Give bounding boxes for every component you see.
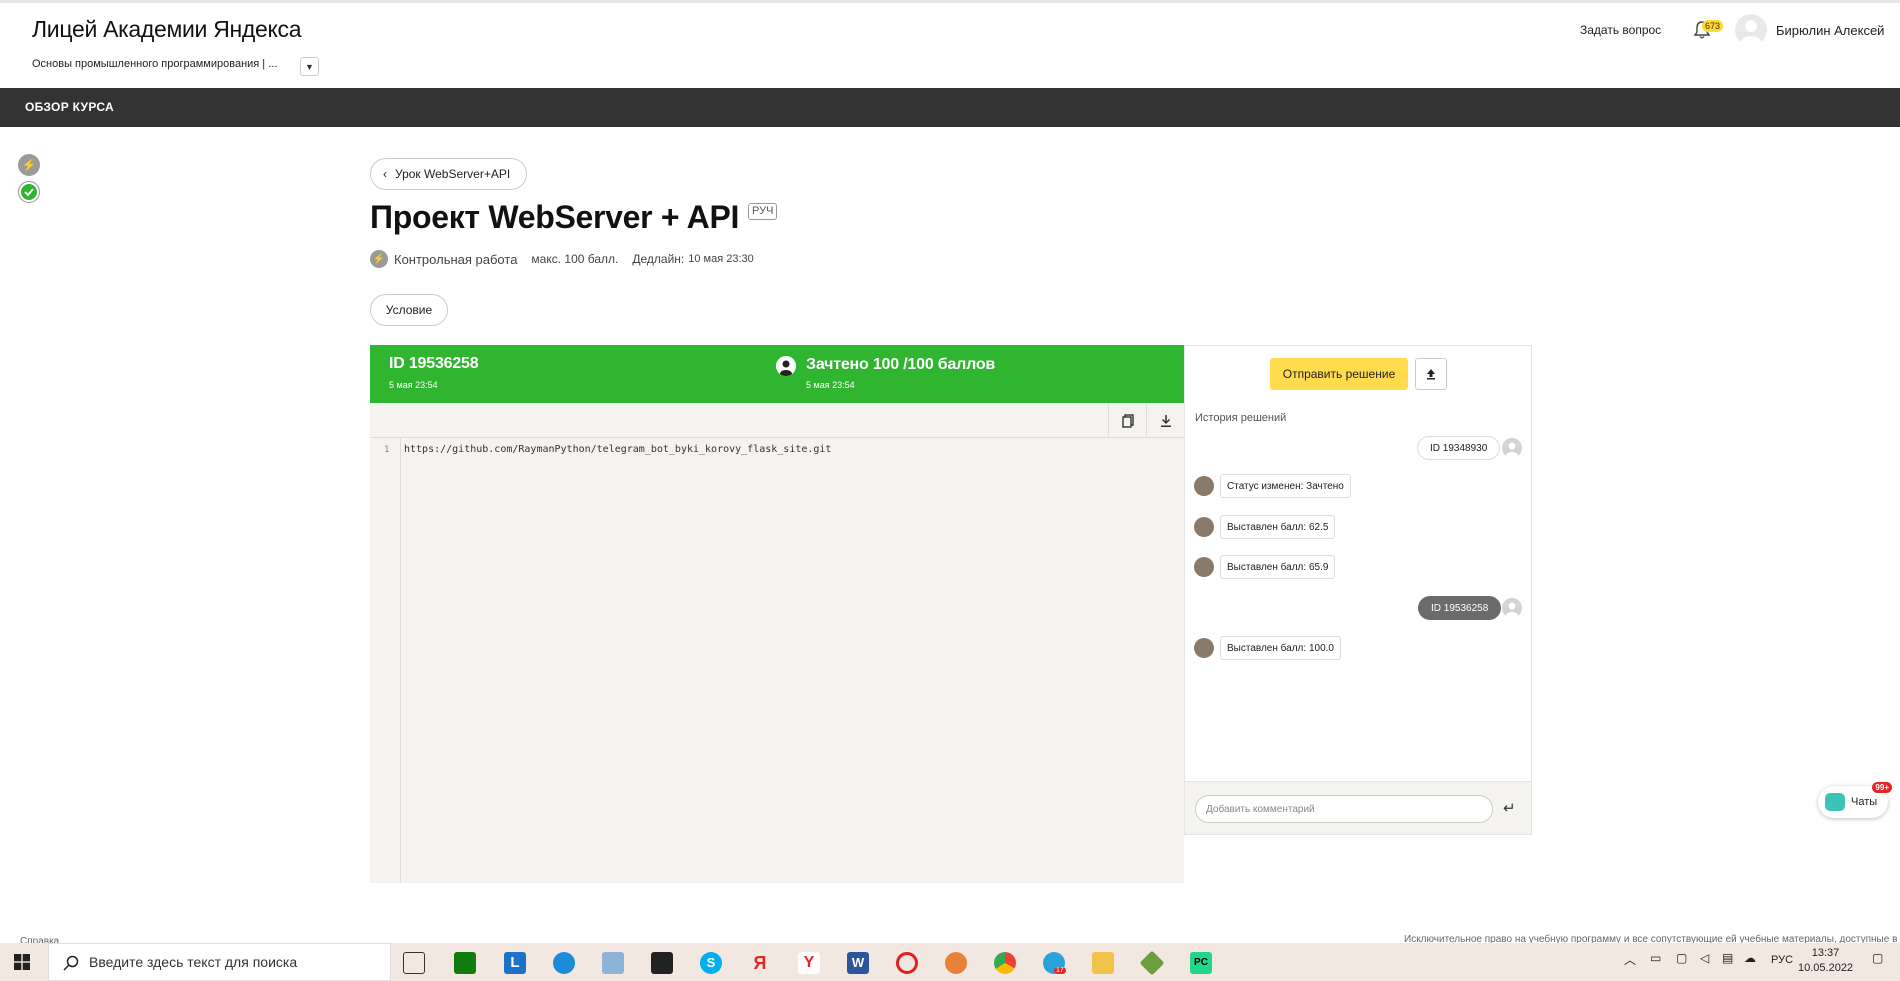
pen-icon[interactable]: ▤ (1722, 951, 1733, 965)
max-score: макс. 100 балл. (531, 252, 619, 266)
solution-status: Зачтено 100 /100 баллов (806, 356, 996, 373)
task-view-icon[interactable] (403, 952, 425, 974)
history-event: Статус изменен: Зачтено (1220, 474, 1351, 498)
deadline-value: 10 мая 23:30 (688, 253, 754, 265)
onedrive-icon[interactable]: ☁ (1744, 951, 1756, 965)
nav-overview-link[interactable]: ОБЗОР КУРСА (25, 100, 114, 114)
avatar (1502, 598, 1522, 618)
system-clock[interactable]: 13:37 10.05.2022 (1798, 946, 1853, 976)
back-button-label: Урок WebServer+API (395, 167, 511, 181)
search-icon (63, 955, 79, 971)
chevron-left-icon: ‹ (383, 167, 387, 181)
check-circle-icon[interactable] (18, 181, 40, 203)
page-title: Проект WebServer + API (370, 199, 740, 235)
taskbar-search-input[interactable]: Введите здесь текст для поиска (48, 943, 391, 981)
git-icon[interactable] (1139, 950, 1165, 976)
top-border (0, 0, 1900, 3)
editor-toolbar (370, 403, 1184, 438)
code-editor[interactable]: 1 https://github.com/RaymanPython/telegr… (370, 403, 1184, 883)
reviewer-avatar (776, 356, 796, 376)
history-heading: История решений (1195, 412, 1287, 424)
line-gutter (370, 438, 401, 883)
task-meta: ⚡ Контрольная работа макс. 100 балл. Дед… (370, 250, 754, 268)
volume-icon[interactable]: ◁ (1700, 951, 1709, 965)
top-navbar: ОБЗОР КУРСА (0, 88, 1900, 127)
avatar (1194, 517, 1214, 537)
course-selector-label[interactable]: Основы промышленного программирования | … (32, 58, 277, 70)
language-indicator[interactable]: РУС (1771, 954, 1793, 966)
history-solution-link-current[interactable]: ID 19536258 (1418, 596, 1502, 620)
clock-time: 13:37 (1811, 947, 1840, 959)
xbox-icon[interactable] (454, 952, 476, 974)
back-to-lesson-button[interactable]: ‹ Урок WebServer+API (370, 158, 528, 190)
chevron-down-icon[interactable]: ▼ (300, 57, 319, 76)
paint-icon[interactable] (945, 952, 967, 974)
solution-id: ID 19536258 (389, 355, 479, 372)
pycharm-icon[interactable]: PC (1190, 952, 1212, 974)
brand-title[interactable]: Лицей Академии Яндекса (32, 16, 302, 43)
avatar (1194, 638, 1214, 658)
user-name[interactable]: Бирюлин Алексей (1776, 23, 1884, 38)
chats-label: Чаты (1851, 796, 1878, 808)
history-event: Выставлен балл: 65.9 (1220, 555, 1336, 579)
deadline-label: Дедлайн: (632, 252, 685, 266)
notification-center-icon[interactable]: ▢ (1872, 951, 1883, 965)
terminal-icon[interactable] (651, 952, 673, 974)
solution-history: История решений ID 19348930 Статус измен… (1184, 403, 1532, 781)
avatar (1194, 557, 1214, 577)
yandex-browser-icon[interactable]: Y (798, 952, 820, 974)
telegram-badge: 17 (1054, 967, 1066, 974)
chat-icon (1825, 793, 1845, 811)
opera-icon[interactable] (896, 952, 918, 974)
battery-icon[interactable]: ▭ (1650, 951, 1661, 965)
history-solution-link[interactable]: ID 19348930 (1417, 436, 1501, 460)
word-icon[interactable]: W (847, 952, 869, 974)
search-placeholder: Введите здесь текст для поиска (89, 954, 298, 970)
manual-check-badge: РУЧ (748, 203, 778, 220)
chevron-up-icon[interactable]: ︿ (1624, 951, 1636, 968)
skype-icon[interactable]: S (700, 952, 722, 974)
folder-icon[interactable] (1092, 952, 1114, 974)
comment-input[interactable]: Добавить комментарий (1195, 795, 1493, 823)
network-icon[interactable]: ▢ (1676, 951, 1687, 965)
copy-icon[interactable] (1108, 403, 1146, 438)
line-number: 1 (384, 445, 390, 455)
comment-box: Добавить комментарий ↵ (1184, 781, 1532, 835)
history-event: Выставлен балл: 100.0 (1220, 636, 1341, 660)
history-event: Выставлен балл: 62.5 (1220, 515, 1336, 539)
lightning-icon[interactable]: ⚡ (18, 154, 40, 176)
status-date: 5 мая 23:54 (806, 380, 855, 390)
clock-date: 10.05.2022 (1798, 962, 1854, 974)
windows-start-icon[interactable] (14, 954, 30, 970)
chrome-icon[interactable] (994, 952, 1016, 974)
avatar (1502, 438, 1522, 458)
lightning-icon: ⚡ (370, 250, 388, 268)
enter-icon[interactable]: ↵ (1503, 799, 1516, 817)
chats-badge: 99+ (1872, 782, 1892, 793)
notepad-icon[interactable] (602, 952, 624, 974)
avatar (1194, 476, 1214, 496)
chats-button[interactable]: Чаты 99+ (1818, 782, 1892, 818)
send-solution-button[interactable]: Отправить решение (1270, 358, 1408, 390)
condition-button[interactable]: Условие (370, 294, 448, 326)
avatar[interactable] (1735, 14, 1767, 46)
yandex-icon[interactable]: Я (749, 952, 771, 974)
submit-panel: Отправить решение (1184, 345, 1532, 403)
windows-taskbar: Введите здесь текст для поиска L S Я Y W… (0, 943, 1900, 981)
solution-date: 5 мая 23:54 (389, 380, 438, 390)
edge-icon[interactable] (553, 952, 575, 974)
lingualeo-icon[interactable]: L (504, 952, 526, 974)
task-type: Контрольная работа (394, 251, 518, 267)
solution-status-bar: ID 19536258 5 мая 23:54 Зачтено 100 /100… (370, 345, 1184, 403)
notifications-badge: 673 (1702, 20, 1724, 32)
download-icon[interactable] (1146, 403, 1184, 438)
upload-icon[interactable] (1415, 358, 1447, 390)
code-line[interactable]: https://github.com/RaymanPython/telegram… (404, 444, 831, 455)
ask-question-link[interactable]: Задать вопрос (1580, 23, 1661, 37)
